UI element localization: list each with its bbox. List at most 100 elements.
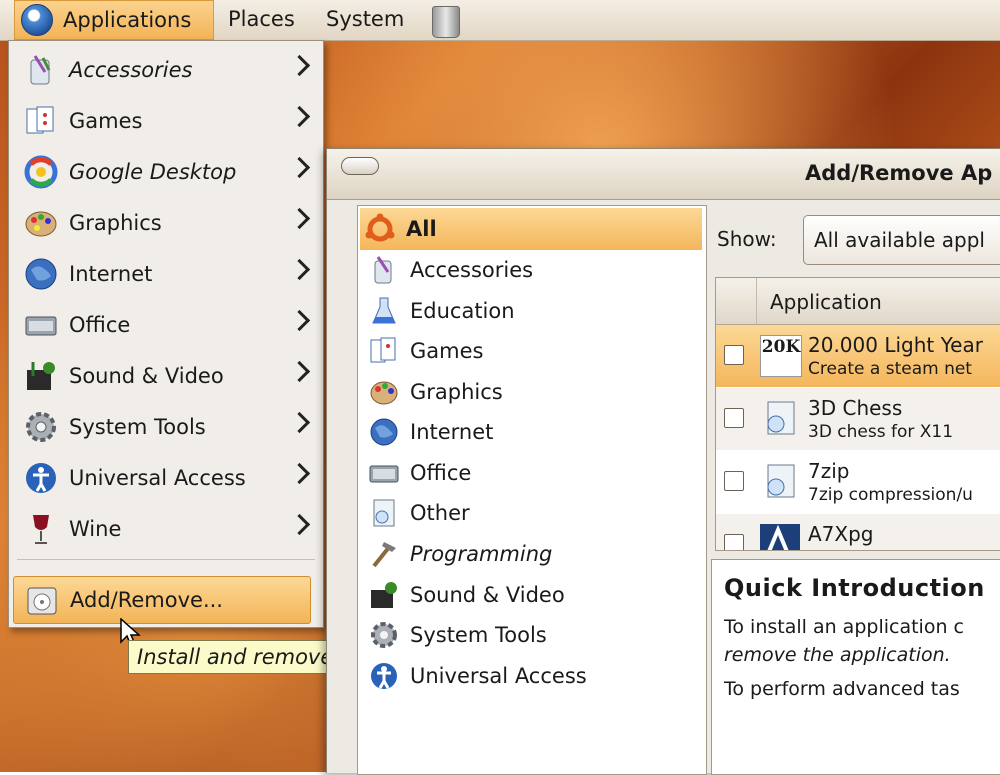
category-all[interactable]: All (360, 208, 702, 250)
applications-menu-button[interactable]: Applications (14, 0, 214, 40)
window-menu-button[interactable] (341, 157, 379, 175)
install-checkbox[interactable] (724, 471, 744, 491)
applications-menu: Accessories Games Google Desktop Graphic… (8, 40, 324, 628)
category-label: Universal Access (410, 664, 587, 688)
top-panel: Applications Places System (0, 0, 1000, 41)
menu-item-games[interactable]: Games (9, 96, 323, 146)
menu-item-label: Google Desktop (69, 160, 237, 184)
generic-app-icon (767, 464, 795, 498)
sound-video-icon (371, 582, 397, 608)
category-label: Education (410, 299, 515, 323)
description-pane: Quick Introduction To install an applica… (711, 559, 1000, 775)
table-row[interactable]: 7zip 7zip compression/u (716, 451, 1000, 513)
show-filter-combo[interactable]: All available appl (803, 215, 1000, 265)
table-row[interactable]: A7Xpg (716, 514, 1000, 550)
menu-item-label: Accessories (69, 58, 193, 82)
menu-item-label: Sound & Video (69, 364, 224, 388)
places-menu-button[interactable]: Places (228, 0, 295, 38)
category-programming[interactable]: Programming (364, 534, 698, 574)
category-label: Programming (410, 542, 553, 566)
category-games[interactable]: Games (364, 331, 698, 371)
chevron-right-icon (288, 156, 311, 179)
chevron-right-icon (288, 360, 311, 383)
menu-item-label: Office (69, 313, 131, 337)
add-remove-icon (27, 587, 57, 615)
window-title: Add/Remove Ap (805, 161, 993, 185)
category-label: Other (410, 501, 470, 525)
menu-separator (17, 559, 315, 560)
chevron-right-icon (288, 258, 311, 281)
office-icon (369, 465, 399, 483)
intro-text: To install an application c (724, 616, 964, 638)
intro-title: Quick Introduction (724, 574, 985, 602)
install-checkbox[interactable] (724, 408, 744, 428)
chevron-right-icon (288, 513, 311, 536)
window-titlebar[interactable]: Add/Remove Ap (327, 149, 1000, 200)
install-checkbox[interactable] (724, 534, 744, 550)
category-label: Accessories (410, 258, 534, 282)
menu-item-sound-video[interactable]: Sound & Video (9, 351, 323, 401)
chevron-right-icon (288, 54, 311, 77)
system-menu-button[interactable]: System (326, 0, 404, 38)
education-icon (372, 297, 396, 324)
show-label: Show: (717, 227, 777, 251)
accessories-icon (30, 55, 51, 85)
chevron-right-icon (288, 105, 311, 128)
menu-item-label: Internet (69, 262, 153, 286)
category-internet[interactable]: Internet (364, 412, 698, 452)
menu-item-label: Add/Remove... (70, 588, 223, 612)
chevron-right-icon (288, 411, 311, 434)
column-header-application[interactable]: Application (770, 290, 882, 314)
menu-item-accessories[interactable]: Accessories (9, 45, 323, 95)
table-row[interactable]: 3D Chess 3D chess for X11 (716, 388, 1000, 450)
generic-app-icon (767, 401, 795, 435)
office-icon (25, 316, 57, 336)
menu-item-graphics[interactable]: Graphics (9, 198, 323, 248)
category-accessories[interactable]: Accessories (364, 250, 698, 290)
other-icon (373, 499, 395, 527)
a7xpg-icon (760, 524, 800, 550)
menu-item-universal-access[interactable]: Universal Access (9, 453, 323, 503)
category-list: All Accessories Education Games Graphics… (357, 205, 707, 775)
category-label: System Tools (410, 623, 547, 647)
menu-item-label: Games (69, 109, 143, 133)
ubuntu-icon (365, 213, 395, 242)
sound-video-icon (27, 362, 55, 390)
menu-item-add-remove[interactable]: Add/Remove... (13, 576, 311, 624)
category-graphics[interactable]: Graphics (364, 372, 698, 412)
intro-text: remove the application. (724, 644, 951, 666)
lightyears-icon: 20K (760, 335, 802, 377)
category-sound-video[interactable]: Sound & Video (364, 575, 698, 615)
install-checkbox[interactable] (724, 345, 744, 365)
category-system-tools[interactable]: System Tools (364, 615, 698, 655)
category-other[interactable]: Other (364, 493, 698, 533)
category-label: Sound & Video (410, 583, 565, 607)
trash-icon[interactable] (432, 6, 460, 38)
menu-item-internet[interactable]: Internet (9, 249, 323, 299)
menu-item-wine[interactable]: Wine (9, 504, 323, 554)
app-description: Create a steam net (808, 359, 972, 379)
menu-item-google-desktop[interactable]: Google Desktop (9, 147, 323, 197)
wine-icon (33, 515, 49, 544)
menu-item-system-tools[interactable]: System Tools (9, 402, 323, 452)
system-tools-icon (26, 412, 56, 442)
games-icon (370, 337, 396, 363)
internet-icon (25, 258, 57, 290)
menu-item-label: Graphics (69, 211, 162, 235)
menu-item-office[interactable]: Office (9, 300, 323, 350)
chevron-right-icon (288, 309, 311, 332)
category-label: Graphics (410, 380, 503, 404)
category-office[interactable]: Office (364, 453, 698, 493)
category-education[interactable]: Education (364, 291, 698, 331)
category-label: Office (410, 461, 472, 485)
table-row[interactable]: 20K 20.000 Light Year Create a steam net (716, 325, 1000, 387)
category-universal-access[interactable]: Universal Access (364, 656, 698, 696)
system-label: System (326, 7, 405, 31)
games-icon (26, 106, 54, 134)
gnome-foot-icon (21, 4, 53, 36)
chevron-right-icon (288, 462, 311, 485)
column-header-install[interactable] (716, 278, 757, 324)
table-header: Application (716, 278, 1000, 325)
app-name: 3D Chess (808, 396, 903, 420)
app-description: 3D chess for X11 (808, 422, 954, 442)
